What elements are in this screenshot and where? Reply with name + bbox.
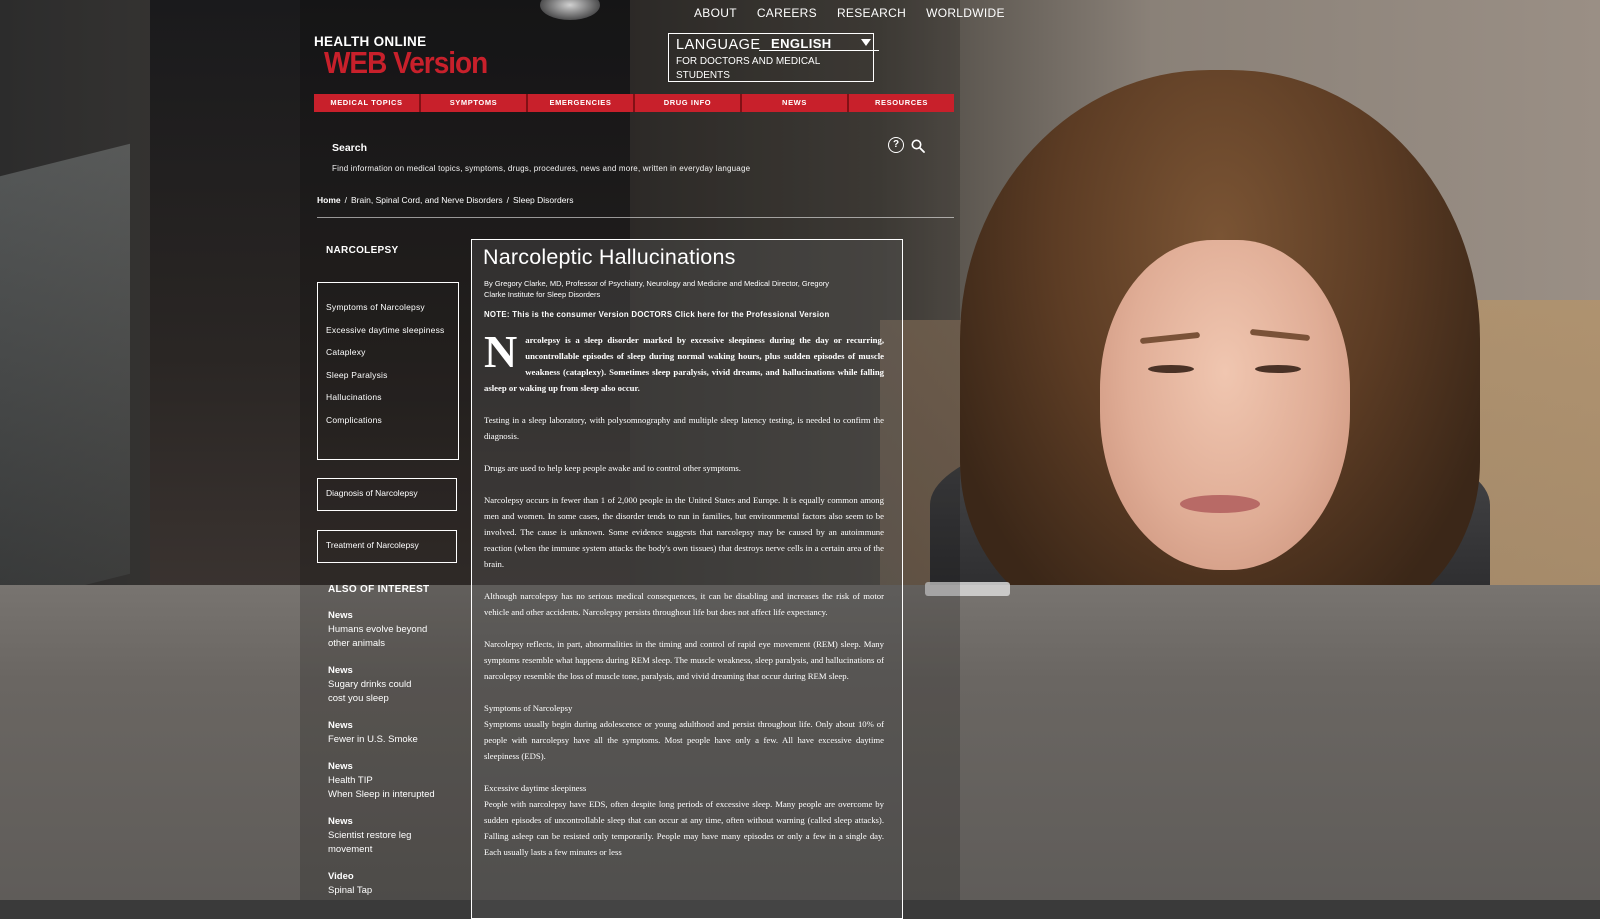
nav-news[interactable]: NEWS — [742, 94, 849, 112]
news-item[interactable]: News Sugary drinks could cost you sleep — [328, 664, 468, 706]
article-lead-paragraph: Narcolepsy is a sleep disorder marked by… — [484, 326, 884, 396]
news-line: Fewer in U.S. Smoke — [328, 734, 418, 745]
article-section: Excessive daytime sleepiness People with … — [484, 780, 884, 860]
section-text: Symptoms usually begin during adolescenc… — [484, 719, 884, 761]
news-category: News — [328, 720, 353, 731]
news-line: Spinal Tap — [328, 885, 373, 896]
section-heading: Excessive daytime sleepiness — [484, 783, 587, 793]
top-nav-careers[interactable]: CAREERS — [757, 6, 817, 20]
article-title: Narcoleptic Hallucinations — [483, 245, 736, 269]
nav-emergencies[interactable]: EMERGENCIES — [528, 94, 635, 112]
sidebar-link-daytime-sleepiness[interactable]: Excessive daytime sleepiness — [326, 319, 458, 342]
article-body: Narcolepsy is a sleep disorder marked by… — [484, 326, 884, 876]
sidebar-title: NARCOLEPSY — [326, 245, 399, 256]
top-nav-research[interactable]: RESEARCH — [837, 6, 906, 20]
news-line: Humans evolve beyond — [328, 624, 428, 635]
help-icon[interactable]: ? — [888, 137, 904, 153]
sidebar-link-symptoms[interactable]: Symptoms of Narcolepsy — [326, 296, 458, 319]
nav-symptoms[interactable]: SYMPTOMS — [421, 94, 528, 112]
section-text: People with narcolepsy have EDS, often d… — [484, 799, 884, 857]
article-paragraph: Narcolepsy reflects, in part, abnormalit… — [484, 639, 884, 681]
news-category: News — [328, 665, 353, 676]
article-paragraph: Testing in a sleep laboratory, with poly… — [484, 415, 884, 441]
divider — [317, 217, 954, 218]
article-paragraph: Narcolepsy occurs in fewer than 1 of 2,0… — [484, 495, 884, 569]
dropdown-arrow-icon — [861, 39, 871, 46]
breadcrumb-separator: / — [344, 195, 347, 205]
main-nav: MEDICAL TOPICS SYMPTOMS EMERGENCIES DRUG… — [314, 94, 954, 112]
news-line: Sugary drinks could — [328, 679, 412, 690]
section-heading: Symptoms of Narcolepsy — [484, 703, 573, 713]
nav-resources[interactable]: RESOURCES — [849, 94, 954, 112]
news-category: News — [328, 610, 353, 621]
news-item[interactable]: News Scientist restore leg movement — [328, 815, 468, 857]
top-nav-about[interactable]: ABOUT — [694, 6, 737, 20]
nav-medical-topics[interactable]: MEDICAL TOPICS — [314, 94, 421, 112]
language-label: LANGUAGE — [676, 37, 761, 53]
top-nav: ABOUT CAREERS RESEARCH WORLDWIDE — [694, 6, 1005, 20]
breadcrumb-brain[interactable]: Brain, Spinal Cord, and Nerve Disorders — [351, 195, 503, 205]
news-item[interactable]: News Fewer in U.S. Smoke — [328, 719, 468, 747]
article-section: Symptoms of Narcolepsy Symptoms usually b… — [484, 700, 884, 764]
article-paragraph: Drugs are used to help keep people awake… — [484, 463, 741, 473]
news-line: When Sleep in interupted — [328, 789, 435, 800]
breadcrumb: Home / Brain, Spinal Cord, and Nerve Dis… — [317, 195, 574, 205]
news-line: other animals — [328, 638, 386, 649]
sidebar-links-box: Symptoms of Narcolepsy Excessive daytime… — [317, 282, 459, 460]
language-selected: ENGLISH — [771, 36, 832, 51]
search-description: Find information on medical topics, symp… — [332, 164, 751, 173]
news-line: Health TIP — [328, 775, 373, 786]
sidebar-link-sleep-paralysis[interactable]: Sleep Paralysis — [326, 364, 458, 387]
news-line: Scientist restore leg — [328, 830, 412, 841]
language-panel: LANGUAGE ENGLISH FOR DOCTORS AND MEDICAL… — [668, 33, 879, 82]
search-label[interactable]: Search — [332, 142, 367, 154]
also-of-interest-title: ALSO OF INTEREST — [328, 584, 430, 595]
news-item[interactable]: News Humans evolve beyond other animals — [328, 609, 468, 651]
sidebar-link-complications[interactable]: Complications — [326, 409, 458, 432]
breadcrumb-separator: / — [506, 195, 510, 205]
news-line: movement — [328, 844, 373, 855]
article-byline: By Gregory Clarke, MD, Professor of Psyc… — [484, 279, 829, 299]
professional-version-link[interactable]: NOTE: This is the consumer Version DOCTO… — [484, 310, 830, 319]
logo-line2: WEB Version — [324, 45, 488, 80]
lead-text: arcolepsy is a sleep disorder marked by … — [484, 335, 884, 393]
sidebar-link-hallucinations[interactable]: Hallucinations — [326, 386, 458, 409]
site-logo[interactable]: HEALTH ONLINE WEB Version — [314, 34, 488, 80]
article-paragraph: Although narcolepsy has no serious medic… — [484, 591, 884, 617]
search-icon[interactable] — [911, 139, 925, 153]
news-category: News — [328, 761, 353, 772]
diagnosis-button[interactable]: Diagnosis of Narcolepsy — [317, 478, 457, 511]
news-category: News — [328, 816, 353, 827]
nav-drug-info[interactable]: DRUG INFO — [635, 94, 742, 112]
article-panel: Narcoleptic Hallucinations By Gregory Cl… — [471, 239, 903, 919]
news-line: cost you sleep — [328, 693, 389, 704]
language-subtitle: FOR DOCTORS AND MEDICAL STUDENTS — [676, 56, 820, 81]
treatment-button[interactable]: Treatment of Narcolepsy — [317, 530, 457, 563]
sidebar-link-cataplexy[interactable]: Cataplexy — [326, 341, 458, 364]
also-of-interest-list: News Humans evolve beyond other animals … — [328, 609, 468, 911]
top-nav-worldwide[interactable]: WORLDWIDE — [926, 6, 1005, 20]
drop-cap: N — [484, 326, 518, 377]
breadcrumb-sleep-disorders[interactable]: Sleep Disorders — [513, 195, 573, 205]
news-item[interactable]: Video Spinal Tap — [328, 870, 468, 898]
news-item[interactable]: News Health TIP When Sleep in interupted — [328, 760, 468, 802]
breadcrumb-home[interactable]: Home — [317, 195, 341, 205]
news-category: Video — [328, 871, 354, 882]
language-select[interactable]: ENGLISH — [759, 36, 879, 51]
woman-reading — [960, 70, 1480, 630]
